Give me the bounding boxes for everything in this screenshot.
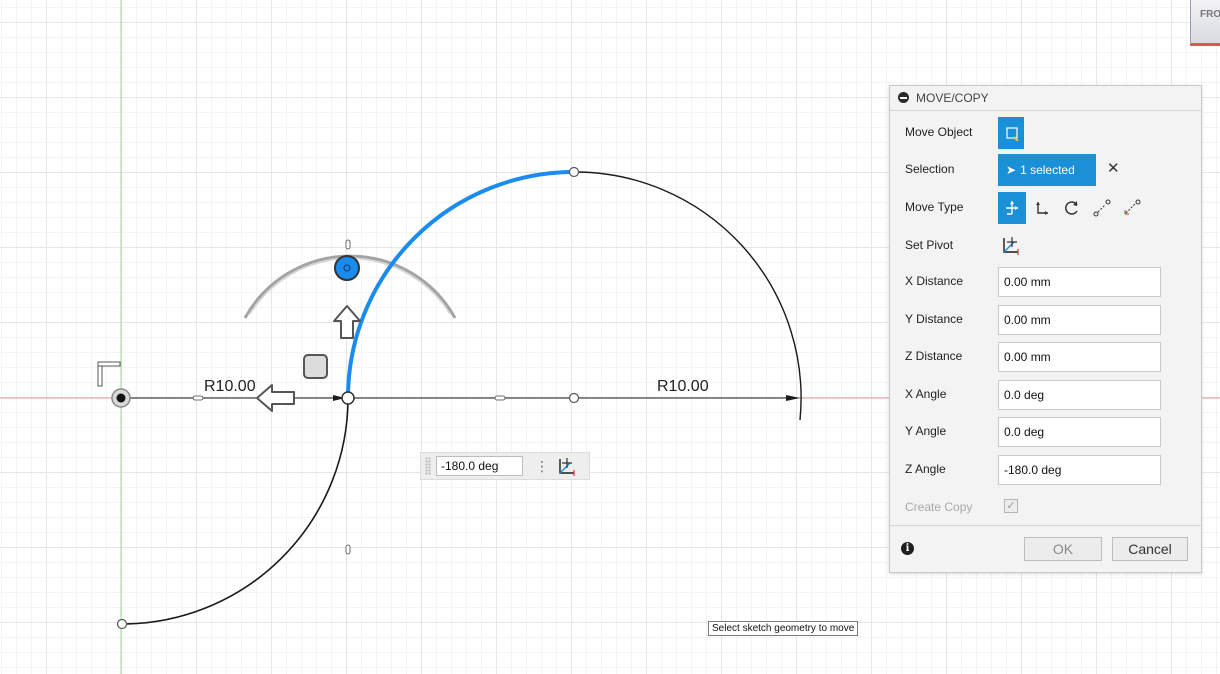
selection-button[interactable]: ➤ 1 selected (998, 154, 1096, 186)
drag-grip-icon[interactable] (425, 457, 431, 475)
set-pivot-button-icon[interactable] (1000, 234, 1022, 256)
sketch-arc-lower[interactable] (121, 397, 349, 625)
z-distance-input[interactable] (998, 342, 1161, 372)
selected-arc[interactable] (346, 170, 575, 399)
rotate-handle[interactable] (334, 255, 360, 281)
move-object-label: Move Object (905, 125, 973, 139)
y-angle-input[interactable] (998, 417, 1161, 447)
dimension-arrowhead (786, 395, 800, 401)
dialog-header[interactable]: MOVE/COPY (890, 86, 1201, 111)
info-icon[interactable]: i (901, 542, 914, 555)
z-distance-label: Z Distance (905, 349, 963, 363)
sketch-point[interactable] (568, 166, 580, 178)
inline-angle-input[interactable] (436, 456, 523, 476)
clear-selection-icon[interactable]: ✕ (1107, 159, 1120, 177)
x-distance-input[interactable] (998, 267, 1161, 297)
midpoint-marker (494, 395, 506, 401)
row-move-object: Move Object (890, 114, 1201, 150)
create-copy-checkbox[interactable]: ✓ (1004, 499, 1018, 513)
set-pivot-label: Set Pivot (905, 238, 954, 252)
free-move-handle[interactable] (303, 354, 328, 379)
row-x-distance: X Distance (890, 263, 1201, 299)
move-x-arrow-handle[interactable] (256, 384, 295, 412)
row-y-distance: Y Distance (890, 301, 1201, 337)
y-distance-input[interactable] (998, 305, 1161, 335)
selection-count: 1 selected (1020, 163, 1075, 177)
free-move-icon[interactable] (998, 192, 1026, 224)
fix-constraint-icon (97, 361, 121, 387)
set-pivot-icon[interactable] (556, 455, 578, 477)
sketch-point[interactable] (341, 391, 355, 405)
status-tooltip: Select sketch geometry to move (708, 621, 859, 636)
create-copy-label: Create Copy (905, 500, 973, 514)
view-cube[interactable]: FRO (1190, 0, 1220, 46)
ok-button[interactable]: OK (1024, 537, 1102, 561)
row-y-angle: Y Angle (890, 413, 1201, 449)
x-angle-input[interactable] (998, 380, 1161, 410)
cursor-arrow-icon: ➤ (1006, 163, 1017, 177)
y-distance-label: Y Distance (905, 312, 963, 326)
point-to-point-icon[interactable] (1088, 192, 1116, 224)
point-to-position-icon[interactable] (1118, 192, 1146, 224)
row-z-angle: Z Angle (890, 451, 1201, 487)
row-create-copy: Create Copy ✓ (890, 489, 1201, 525)
body-object-icon (1006, 127, 1019, 141)
z-angle-label: Z Angle (905, 462, 946, 476)
row-z-distance: Z Distance (890, 338, 1201, 374)
sketch-point[interactable] (116, 618, 128, 630)
row-set-pivot: Set Pivot (890, 227, 1201, 263)
sketch-point[interactable] (568, 392, 580, 404)
move-type-label: Move Type (905, 200, 964, 214)
row-x-angle: X Angle (890, 376, 1201, 412)
dialog-footer: i OK Cancel (890, 525, 1201, 572)
move-object-button[interactable] (998, 117, 1024, 149)
selection-label: Selection (905, 162, 955, 176)
view-cube-face-label: FRO (1200, 9, 1220, 20)
dimension-text-left[interactable]: R10.00 (204, 378, 256, 395)
translate-icon[interactable] (1028, 192, 1056, 224)
row-selection: Selection ➤ 1 selected ✕ (890, 151, 1201, 187)
collapse-icon[interactable] (898, 92, 909, 103)
midpoint-marker (192, 395, 204, 401)
more-options-icon[interactable]: ⋮ (535, 457, 549, 475)
constraint-marker (345, 239, 351, 250)
dimension-text-right[interactable]: R10.00 (657, 378, 709, 395)
x-distance-label: X Distance (905, 274, 964, 288)
constraint-marker (345, 544, 351, 555)
z-angle-input[interactable] (998, 455, 1161, 485)
cancel-button[interactable]: Cancel (1112, 537, 1188, 561)
x-angle-label: X Angle (905, 387, 947, 401)
move-copy-dialog: MOVE/COPY Move Object Selection ➤ 1 selec… (889, 85, 1202, 573)
rotate-icon[interactable] (1058, 192, 1086, 224)
y-angle-label: Y Angle (905, 424, 947, 438)
dialog-title: MOVE/COPY (916, 91, 989, 105)
inline-angle-editor: ⋮ (420, 452, 590, 480)
row-move-type: Move Type (890, 189, 1201, 225)
